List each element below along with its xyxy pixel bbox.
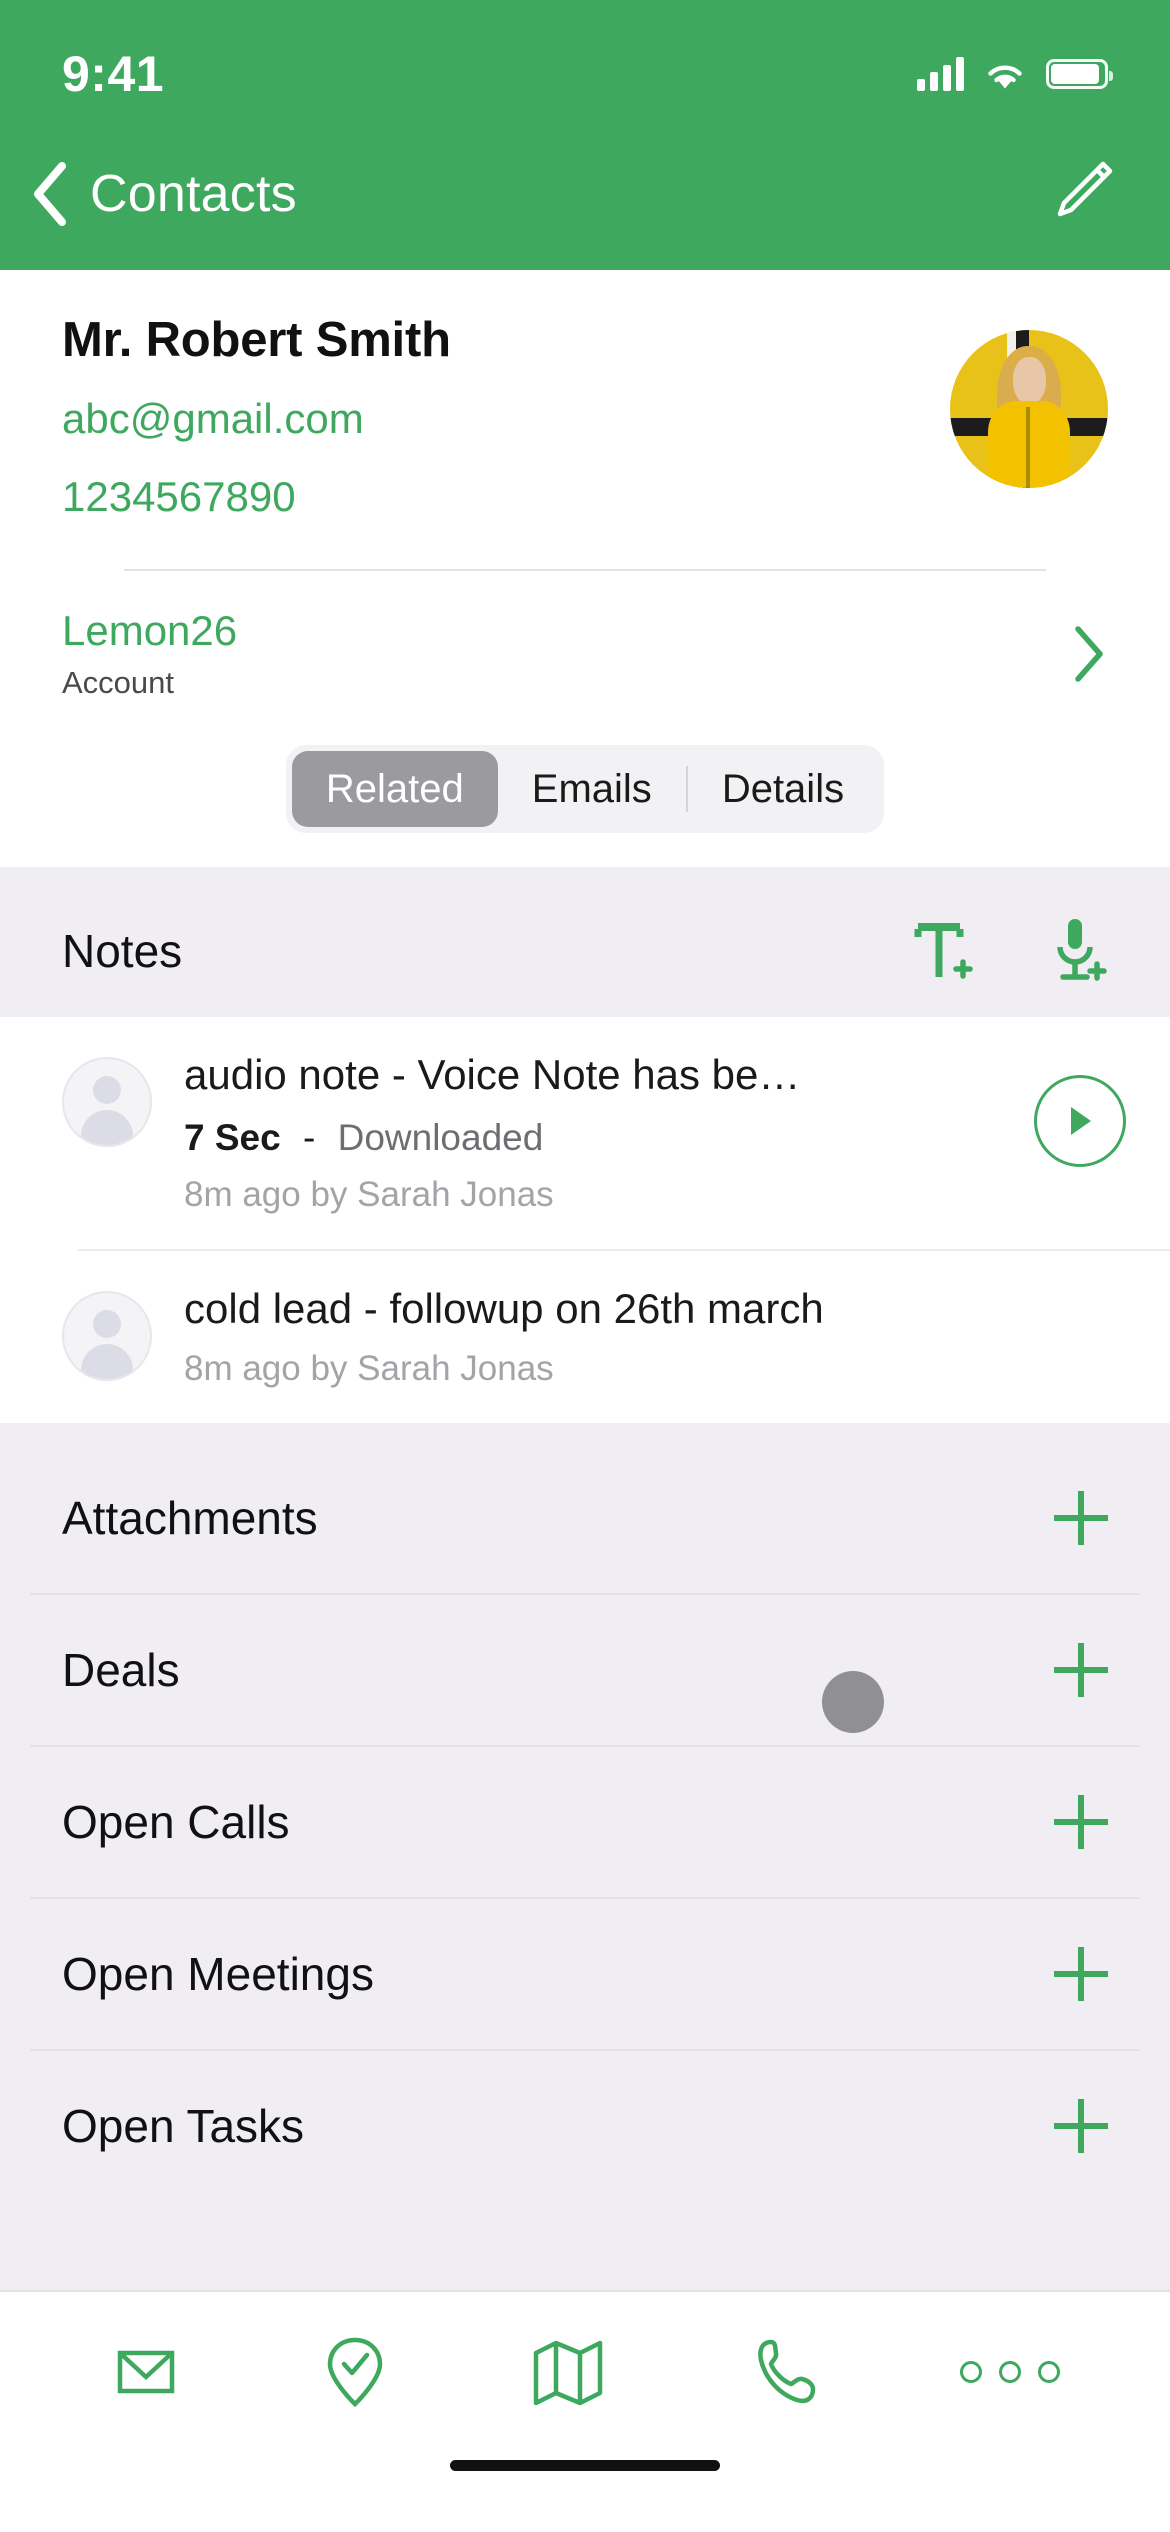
contact-summary-card: Mr. Robert Smith abc@gmail.com 123456789… [0, 270, 1170, 571]
bottom-toolbar [0, 2290, 1170, 2532]
map-button[interactable] [528, 2337, 608, 2407]
contact-divider [124, 569, 1046, 571]
more-button[interactable] [959, 2361, 1060, 2383]
note-state: Downloaded [337, 1117, 544, 1158]
plus-icon[interactable] [1054, 2099, 1108, 2153]
contact-name: Mr. Robert Smith [62, 313, 451, 367]
home-indicator [450, 2460, 720, 2471]
note-content: audio note - Voice Note has be… 7 Sec - … [152, 1051, 1034, 1215]
user-placeholder-icon [62, 1291, 152, 1381]
segmented-control: Related Emails Details [285, 745, 885, 833]
related-row-deals[interactable]: Deals [0, 1595, 1170, 1745]
related-sections-list: Attachments Deals Open Calls Open Meetin… [0, 1443, 1170, 2201]
note-title: audio note - Voice Note has be… [184, 1051, 801, 1098]
tab-related[interactable]: Related [291, 751, 498, 827]
status-bar: 9:41 [0, 0, 1170, 118]
related-label: Deals [62, 1644, 180, 1696]
plus-icon[interactable] [1054, 1795, 1108, 1849]
navigation-bar: Contacts [0, 118, 1170, 270]
phone-handset-icon [757, 2339, 816, 2404]
tab-details[interactable]: Details [688, 751, 878, 827]
phone-screen: 9:41 Contacts Mr. Robert Smith abc@gmail… [0, 0, 1170, 2532]
related-label: Open Meetings [62, 1948, 374, 2000]
related-label: Attachments [62, 1492, 318, 1544]
pencil-edit-icon [1057, 161, 1113, 216]
note-subtitle: 8m ago by Sarah Jonas [184, 1349, 554, 1388]
notes-header: Notes [0, 867, 1170, 1017]
related-row-open-calls[interactable]: Open Calls [0, 1747, 1170, 1897]
list-item[interactable]: audio note - Voice Note has be… 7 Sec - … [0, 1017, 1170, 1249]
edit-button[interactable] [1046, 156, 1118, 233]
map-pin-check-icon [327, 2337, 383, 2408]
call-button[interactable] [749, 2334, 819, 2410]
status-indicators [917, 57, 1113, 91]
add-text-note-icon[interactable] [912, 915, 974, 987]
avatar[interactable] [950, 330, 1108, 488]
more-horizontal-icon [959, 2361, 1060, 2383]
note-subtitle: 8m ago by Sarah Jonas [184, 1175, 554, 1214]
play-icon [1071, 1107, 1091, 1135]
note-title: cold lead - followup on 26th march [184, 1285, 824, 1332]
chevron-left-icon [34, 162, 66, 226]
account-row[interactable]: Lemon26 Account [0, 571, 1170, 731]
signal-bars-icon [917, 57, 964, 91]
battery-icon [1046, 59, 1113, 89]
chevron-right-icon [1075, 626, 1103, 682]
notes-actions [912, 915, 1108, 987]
account-label: Account [62, 665, 175, 700]
envelope-icon [118, 2350, 175, 2394]
touch-cursor-indicator [822, 1671, 884, 1733]
status-time: 9:41 [62, 46, 165, 102]
plus-icon[interactable] [1054, 1947, 1108, 2001]
toolbar-actions [0, 2292, 1170, 2452]
related-label: Open Calls [62, 1796, 290, 1848]
notes-card: audio note - Voice Note has be… 7 Sec - … [0, 1017, 1170, 1423]
related-row-attachments[interactable]: Attachments [0, 1443, 1170, 1593]
related-row-open-tasks[interactable]: Open Tasks [0, 2051, 1170, 2201]
play-button[interactable] [1034, 1075, 1126, 1167]
plus-icon[interactable] [1054, 1643, 1108, 1697]
related-label: Open Tasks [62, 2100, 305, 2152]
note-meta: 7 Sec - Downloaded [184, 1117, 1034, 1159]
note-duration: 7 Sec [184, 1117, 281, 1158]
list-item[interactable]: cold lead - followup on 26th march 8m ag… [0, 1251, 1170, 1423]
account-text-group: Lemon26 Account [62, 607, 237, 701]
account-value: Lemon26 [62, 607, 238, 654]
note-meta-separator: - [302, 1117, 316, 1158]
related-row-open-meetings[interactable]: Open Meetings [0, 1899, 1170, 2049]
note-content: cold lead - followup on 26th march 8m ag… [152, 1285, 1126, 1389]
check-in-button[interactable] [323, 2334, 387, 2410]
contact-phone[interactable]: 1234567890 [62, 473, 1108, 521]
add-voice-note-icon[interactable] [1046, 915, 1108, 987]
email-button[interactable] [110, 2342, 182, 2402]
plus-icon[interactable] [1054, 1491, 1108, 1545]
back-button-label: Contacts [90, 165, 297, 223]
tab-bar: Related Emails Details [0, 731, 1170, 867]
wifi-icon [988, 65, 1022, 89]
back-button[interactable]: Contacts [24, 158, 297, 230]
tab-emails[interactable]: Emails [498, 751, 686, 827]
app-header: 9:41 Contacts [0, 0, 1170, 270]
user-placeholder-icon [62, 1057, 152, 1147]
map-folded-icon [533, 2340, 603, 2406]
notes-title: Notes [62, 925, 183, 977]
